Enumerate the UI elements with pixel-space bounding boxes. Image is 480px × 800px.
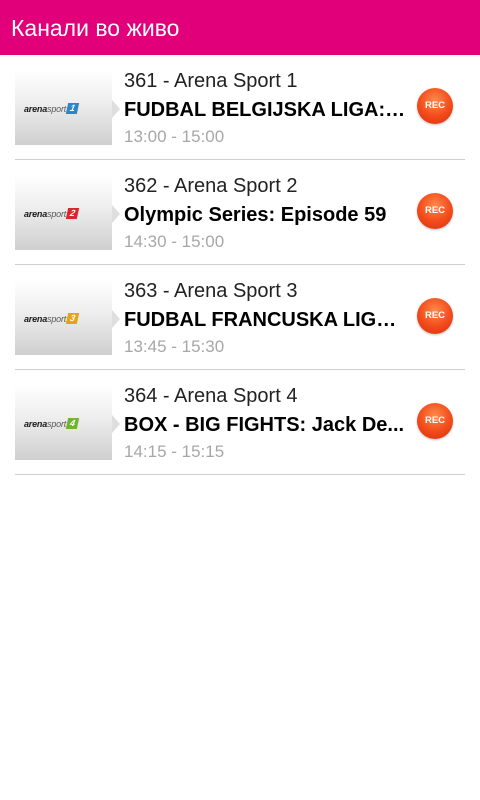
channel-logo: arenasport 4 <box>15 385 112 460</box>
channel-title: 362 - Arena Sport 2 <box>124 175 298 197</box>
record-button[interactable]: REC <box>417 193 453 229</box>
channel-title: 364 - Arena Sport 4 <box>124 385 298 407</box>
channel-logo: arenasport 2 <box>15 175 112 250</box>
record-label: REC <box>424 415 446 426</box>
logo-wordmark: arenasport 1 <box>24 103 80 114</box>
logo-number-badge: 1 <box>65 103 80 114</box>
logo-arrow <box>112 415 120 433</box>
channel-row[interactable]: arenasport 2 362 - Arena Sport 2 Olympic … <box>15 160 465 265</box>
record-label: REC <box>424 205 446 216</box>
channel-row[interactable]: arenasport 4 364 - Arena Sport 4 BOX - BI… <box>15 370 465 475</box>
logo-number-badge: 2 <box>65 208 80 219</box>
program-time: 14:15 - 15:15 <box>124 442 225 461</box>
program-time: 14:30 - 15:00 <box>124 232 225 251</box>
program-title: BOX - BIG FIGHTS: Jack De... <box>124 414 405 436</box>
program-title: FUDBAL BELGIJSKA LIGA: S... <box>124 99 408 121</box>
record-label: REC <box>424 100 446 111</box>
logo-arrow <box>112 310 120 328</box>
record-label: REC <box>424 310 446 321</box>
logo-arrow <box>112 205 120 223</box>
logo-wordmark: arenasport 2 <box>24 208 80 219</box>
program-time: 13:45 - 15:30 <box>124 337 225 356</box>
logo-number-badge: 3 <box>65 313 80 324</box>
channel-title: 363 - Arena Sport 3 <box>124 280 298 302</box>
logo-number-badge: 4 <box>65 418 80 429</box>
app-bar: Канали во живо <box>0 0 480 55</box>
logo-arrow <box>112 100 120 118</box>
channel-list: arenasport 1 361 - Arena Sport 1 FUDBAL B… <box>15 55 465 475</box>
channel-logo: arenasport 1 <box>15 70 112 145</box>
channel-row[interactable]: arenasport 3 363 - Arena Sport 3 FUDBAL F… <box>15 265 465 370</box>
record-button[interactable]: REC <box>417 88 453 124</box>
program-title: FUDBAL FRANCUSKA LIGA:... <box>124 309 408 331</box>
channel-row[interactable]: arenasport 1 361 - Arena Sport 1 FUDBAL B… <box>15 55 465 160</box>
channel-title: 361 - Arena Sport 1 <box>124 70 298 92</box>
program-title: Olympic Series: Episode 59 <box>124 204 387 226</box>
channel-logo: arenasport 3 <box>15 280 112 355</box>
record-button[interactable]: REC <box>417 298 453 334</box>
record-button[interactable]: REC <box>417 403 453 439</box>
page-title: Канали во живо <box>11 15 180 41</box>
logo-wordmark: arenasport 4 <box>24 418 80 429</box>
logo-wordmark: arenasport 3 <box>24 313 80 324</box>
program-time: 13:00 - 15:00 <box>124 127 225 146</box>
